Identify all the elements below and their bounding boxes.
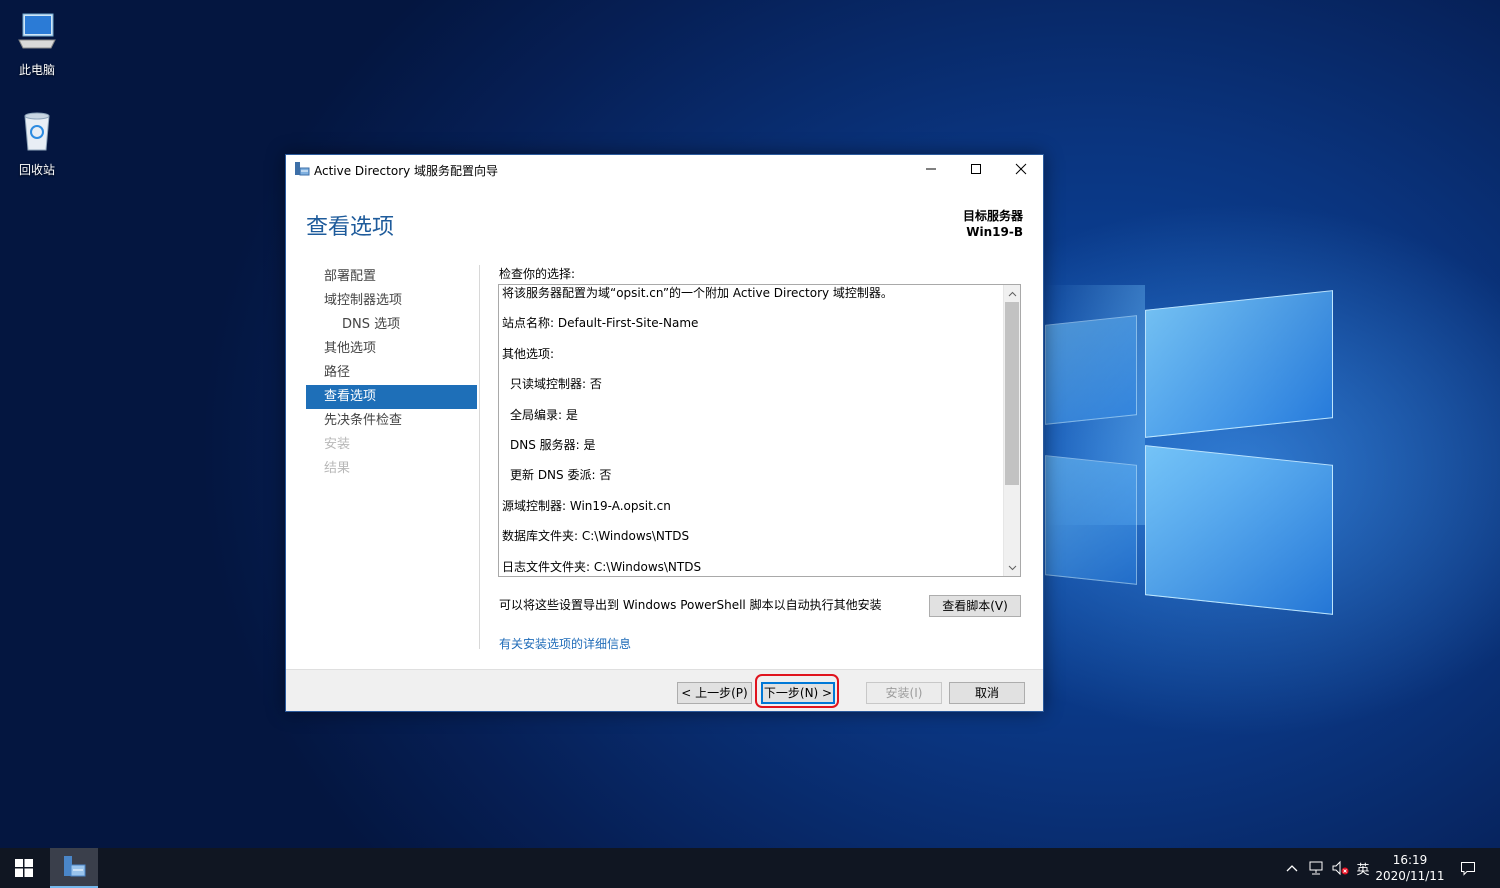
more-info-link[interactable]: 有关安装选项的详细信息 <box>499 635 631 652</box>
nav-item-additional-options[interactable]: 其他选项 <box>306 337 477 361</box>
volume-tray-button[interactable] <box>1329 848 1351 888</box>
nav-item-review-options[interactable]: 查看选项 <box>306 385 477 409</box>
ime-indicator[interactable]: 英 <box>1352 848 1374 888</box>
review-line: DNS 服务器: 是 <box>510 437 596 452</box>
target-server: 目标服务器 Win19-B <box>963 208 1023 240</box>
server-manager-icon <box>64 856 86 877</box>
desktop-icon-label: 回收站 <box>18 163 55 177</box>
nav-divider <box>479 265 480 649</box>
scroll-thumb[interactable] <box>1005 302 1019 485</box>
scroll-down-button[interactable] <box>1004 559 1020 576</box>
review-line: 更新 DNS 委派: 否 <box>510 468 612 483</box>
action-center-button[interactable] <box>1454 848 1482 888</box>
network-icon <box>1309 861 1323 875</box>
target-server-label: 目标服务器 <box>962 209 1023 223</box>
page-title: 查看选项 <box>306 215 395 240</box>
windows-start-icon <box>15 859 33 877</box>
review-line: 其他选项: <box>502 346 555 361</box>
taskbar-app-server-manager[interactable] <box>50 848 98 888</box>
nav-item-paths[interactable]: 路径 <box>306 361 477 385</box>
volume-muted-icon <box>1332 860 1349 876</box>
chevron-up-icon <box>1286 865 1298 872</box>
nav-item-results: 结果 <box>324 461 351 476</box>
scroll-up-button[interactable] <box>1004 285 1020 302</box>
taskbar: 英 16:19 2020/11/11 <box>0 848 1500 888</box>
review-line: 数据库文件夹: C:\Windows\NTDS <box>502 529 690 544</box>
export-description: 可以将这些设置导出到 Windows PowerShell 脚本以自动执行其他安… <box>499 598 882 612</box>
install-button: 安装(I) <box>866 682 942 704</box>
recycle-bin-icon <box>24 112 50 151</box>
nav-item-installation: 安装 <box>324 437 351 452</box>
windows-logo-wallpaper <box>1045 280 1345 640</box>
review-textbox[interactable]: 将该服务器配置为域“opsit.cn”的一个附加 Active Director… <box>498 284 1021 577</box>
desktop-icon-label: 此电脑 <box>18 63 55 77</box>
previous-button[interactable]: < 上一步(P) <box>677 682 752 704</box>
minimize-button[interactable] <box>908 155 954 183</box>
maximize-icon <box>971 164 981 174</box>
review-line: 站点名称: Default-First-Site-Name <box>502 316 699 331</box>
show-hidden-icons-button[interactable] <box>1282 848 1302 888</box>
target-server-name: Win19-B <box>966 225 1023 239</box>
title-bar[interactable]: Active Directory 域服务配置向导 <box>286 155 1043 183</box>
review-line: 日志文件文件夹: C:\Windows\NTDS <box>502 559 702 574</box>
review-line: 将该服务器配置为域“opsit.cn”的一个附加 Active Director… <box>502 286 893 300</box>
chevron-up-icon <box>1008 291 1017 296</box>
review-lines: 将该服务器配置为域“opsit.cn”的一个附加 Active Director… <box>502 285 1000 576</box>
close-icon <box>1015 163 1027 175</box>
nav-item-dc-options[interactable]: 域控制器选项 <box>306 289 477 313</box>
review-line: 只读域控制器: 否 <box>510 377 602 392</box>
nav-item-dns-options[interactable]: DNS 选项 <box>306 313 477 337</box>
desktop-icon-recycle-bin[interactable]: 回收站 <box>0 110 74 178</box>
window-title: Active Directory 域服务配置向导 <box>314 164 499 178</box>
chevron-down-icon <box>1008 565 1017 570</box>
notification-icon <box>1461 862 1475 876</box>
view-script-button[interactable]: 查看脚本(V) <box>929 595 1021 617</box>
maximize-button[interactable] <box>953 155 999 183</box>
minimize-icon <box>926 168 936 170</box>
close-button[interactable] <box>998 155 1044 183</box>
clock-date: 2020/11/11 <box>1375 869 1445 883</box>
review-line: 源域控制器: Win19-A.opsit.cn <box>502 498 671 513</box>
review-line: 全局编录: 是 <box>510 407 578 422</box>
clock-time: 16:19 <box>1392 853 1428 867</box>
desktop-icon-this-pc[interactable]: 此电脑 <box>0 10 74 78</box>
wizard-footer: < 上一步(P) 下一步(N) > 安装(I) 取消 <box>286 669 1043 711</box>
start-button[interactable] <box>0 848 48 888</box>
taskbar-clock[interactable]: 16:19 2020/11/11 <box>1372 852 1448 884</box>
next-button[interactable]: 下一步(N) > <box>761 682 835 704</box>
vertical-scrollbar[interactable] <box>1003 285 1020 576</box>
wizard-nav: 部署配置 域控制器选项 DNS 选项 其他选项 路径 查看选项 先决条件检查 安… <box>306 265 477 481</box>
cancel-button[interactable]: 取消 <box>949 682 1025 704</box>
computer-icon <box>18 13 56 49</box>
network-tray-button[interactable] <box>1305 848 1327 888</box>
server-manager-icon <box>295 162 310 176</box>
nav-item-prerequisites-check[interactable]: 先决条件检查 <box>306 409 477 433</box>
ad-ds-config-wizard-window: Active Directory 域服务配置向导 查看选项 目标服务器 Win1… <box>285 154 1044 712</box>
review-label: 检查你的选择: <box>499 267 576 281</box>
nav-item-deployment-config[interactable]: 部署配置 <box>306 265 477 289</box>
